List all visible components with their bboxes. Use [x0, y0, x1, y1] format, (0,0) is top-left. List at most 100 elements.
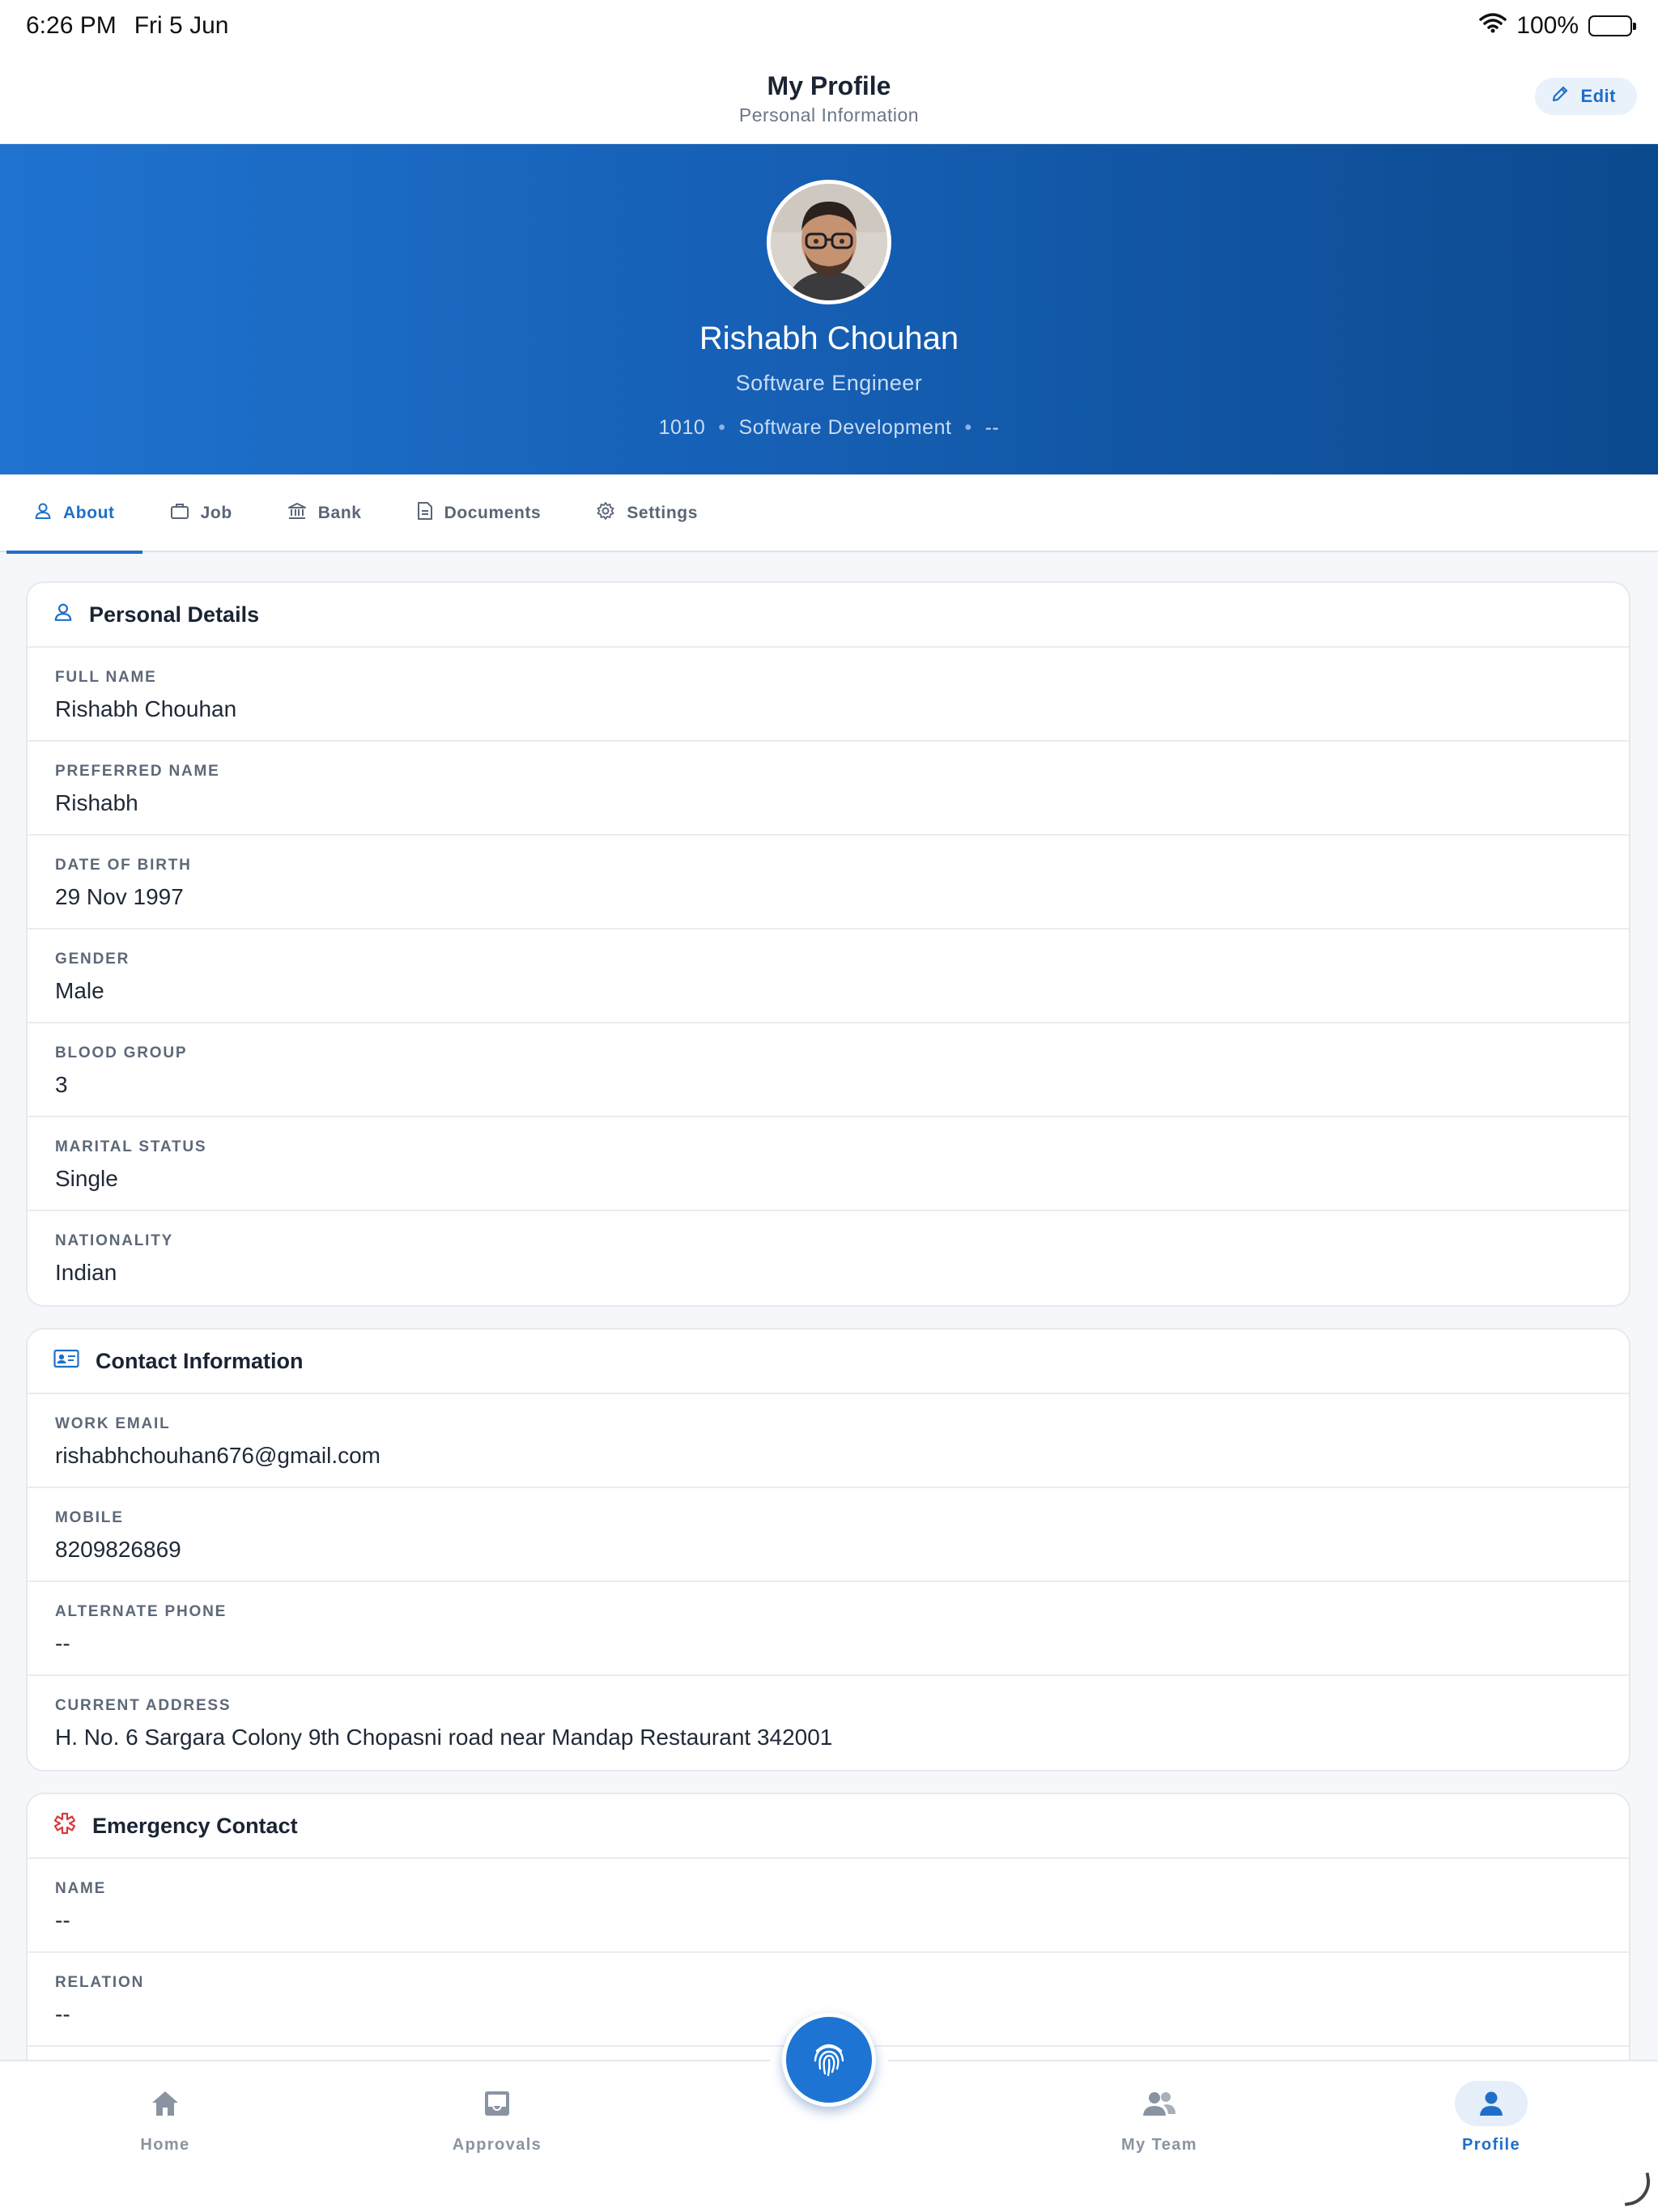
profile-screen: 6:26 PM Fri 5 Jun 100% My Profile Person… — [0, 0, 1658, 2212]
field-current-address: CURRENT ADDRESS H. No. 6 Sargara Colony … — [28, 1676, 1629, 1770]
field-label: GENDER — [55, 951, 130, 968]
field-value: -- — [55, 1631, 70, 1656]
tab-about[interactable]: About — [6, 474, 142, 554]
nav-home[interactable]: Home — [84, 2081, 246, 2155]
field-value[interactable]: 8209826869 — [55, 1537, 1629, 1563]
field-label: ALTERNATE PHONE — [55, 1603, 227, 1620]
field-emergency-name: NAME -- — [28, 1859, 1629, 1953]
field-label: MARITAL STATUS — [55, 1138, 207, 1155]
field-label: FULL NAME — [55, 669, 157, 686]
header-titles: My Profile Personal Information — [0, 71, 1658, 126]
field-date-of-birth: DATE OF BIRTH 29 Nov 1997 — [28, 836, 1629, 929]
field-nationality: NATIONALITY Indian — [28, 1211, 1629, 1305]
page-title: My Profile — [767, 71, 891, 100]
field-full-name: FULL NAME Rishabh Chouhan — [28, 648, 1629, 742]
inbox-icon — [461, 2081, 534, 2126]
tab-label: About — [63, 504, 115, 522]
field-value: Single — [55, 1166, 118, 1191]
tab-label: Settings — [627, 504, 698, 522]
field-label: CURRENT ADDRESS — [55, 1697, 232, 1714]
profile-tabs: About Job Bank Documents Settings — [0, 474, 1658, 554]
field-mobile: MOBILE 8209826869 — [28, 1488, 1629, 1582]
field-label: NATIONALITY — [55, 1232, 174, 1249]
nav-label: Profile — [1461, 2136, 1521, 2154]
field-value: Male — [55, 978, 104, 1003]
card-header: Contact Information — [28, 1329, 1629, 1394]
home-icon — [129, 2081, 202, 2126]
personal-details-card: Personal Details FULL NAME Rishabh Chouh… — [26, 581, 1630, 1307]
team-icon — [1123, 2081, 1196, 2126]
field-value: Rishabh — [55, 790, 138, 815]
document-icon — [417, 501, 433, 525]
nav-profile[interactable]: Profile — [1410, 2081, 1572, 2155]
tab-label: Documents — [444, 504, 542, 522]
page-subtitle: Personal Information — [738, 104, 920, 125]
top-header: My Profile Personal Information Edit — [0, 52, 1658, 144]
pencil-icon — [1551, 85, 1569, 108]
status-bar: 6:26 PM Fri 5 Jun 100% — [0, 0, 1658, 52]
edit-button[interactable]: Edit — [1535, 78, 1637, 115]
employee-id: 1010 — [658, 416, 706, 439]
nav-label: Approvals — [452, 2136, 542, 2154]
field-marital-status: MARITAL STATUS Single — [28, 1117, 1629, 1211]
briefcase-icon — [170, 502, 189, 525]
nav-label: My Team — [1121, 2136, 1197, 2154]
field-label: BLOOD GROUP — [55, 1044, 188, 1061]
field-value: Rishabh Chouhan — [55, 696, 237, 721]
profile-name: Rishabh Chouhan — [699, 321, 959, 356]
nav-approvals[interactable]: Approvals — [416, 2081, 578, 2155]
field-value: 29 Nov 1997 — [55, 884, 184, 909]
field-label: MOBILE — [55, 1509, 124, 1526]
field-label: NAME — [55, 1880, 107, 1897]
profile-hero: Rishabh Chouhan Software Engineer 1010 •… — [0, 144, 1658, 474]
field-value: H. No. 6 Sargara Colony 9th Chopasni roa… — [55, 1725, 833, 1750]
card-title: Emergency Contact — [92, 1813, 298, 1838]
department: Software Development — [738, 416, 952, 439]
field-gender: GENDER Male — [28, 929, 1629, 1023]
tab-label: Job — [200, 504, 232, 522]
person-icon — [34, 502, 52, 525]
profile-content: Personal Details FULL NAME Rishabh Chouh… — [26, 581, 1630, 2163]
contact-information-card: Contact Information WORK EMAIL rishabhch… — [26, 1328, 1630, 1772]
fingerprint-icon — [809, 2038, 849, 2082]
field-work-email: WORK EMAIL rishabhchouhan676@gmail.com — [28, 1394, 1629, 1488]
field-value[interactable]: rishabhchouhan676@gmail.com — [55, 1443, 1629, 1469]
battery-percent: 100% — [1516, 12, 1579, 39]
tab-settings[interactable]: Settings — [568, 474, 725, 552]
field-label: RELATION — [55, 1974, 145, 1991]
bank-icon — [287, 502, 307, 525]
status-time: 6:26 PM — [26, 12, 117, 39]
field-value: 3 — [55, 1072, 68, 1097]
status-date: Fri 5 Jun — [134, 12, 229, 39]
field-label: PREFERRED NAME — [55, 763, 220, 780]
status-right: 100% — [1479, 12, 1636, 40]
avatar[interactable] — [767, 180, 891, 304]
field-preferred-name: PREFERRED NAME Rishabh — [28, 742, 1629, 836]
card-header: Emergency Contact — [28, 1794, 1629, 1859]
meta-separator: • — [718, 416, 726, 439]
medical-star-icon — [53, 1812, 76, 1840]
tab-bank[interactable]: Bank — [260, 474, 389, 552]
field-blood-group: BLOOD GROUP 3 — [28, 1023, 1629, 1117]
meta-separator: • — [964, 416, 972, 439]
fingerprint-button[interactable] — [782, 2013, 876, 2107]
field-label: WORK EMAIL — [55, 1415, 171, 1432]
card-title: Personal Details — [89, 602, 260, 627]
profile-icon — [1455, 2081, 1528, 2126]
contact-card-icon — [53, 1349, 79, 1374]
tab-job[interactable]: Job — [142, 474, 260, 552]
card-title: Contact Information — [96, 1348, 304, 1373]
profile-meta: 1010 • Software Development • -- — [0, 416, 1658, 440]
tab-documents[interactable]: Documents — [389, 474, 569, 552]
nav-label: Home — [140, 2136, 190, 2154]
profile-role: Software Engineer — [735, 371, 923, 395]
field-value: -- — [55, 1908, 70, 1933]
nav-my-team[interactable]: My Team — [1078, 2081, 1240, 2155]
gear-icon — [596, 501, 615, 525]
field-alternate-phone: ALTERNATE PHONE -- — [28, 1582, 1629, 1676]
card-header: Personal Details — [28, 583, 1629, 648]
person-icon — [53, 602, 73, 627]
field-label: DATE OF BIRTH — [55, 857, 192, 874]
wifi-icon — [1479, 12, 1507, 40]
field-value: Indian — [55, 1260, 117, 1285]
